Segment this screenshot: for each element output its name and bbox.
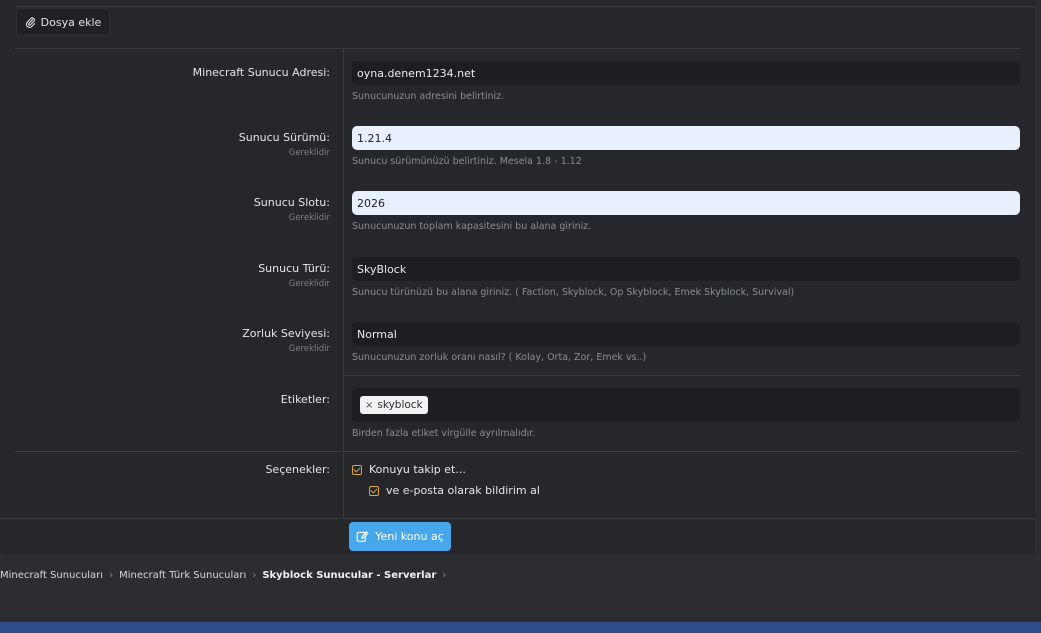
- server-address-hint: Sunucunuzun adresini belirtiniz.: [352, 91, 505, 102]
- attach-file-label: Dosya ekle: [40, 15, 102, 29]
- edit-icon: [356, 531, 369, 542]
- server-slot-label: Sunucu Slotu:: [253, 196, 330, 209]
- tags-input[interactable]: × skyblock: [352, 388, 1020, 422]
- email-notify-checkbox[interactable]: ve e-posta olarak bildirim al: [369, 484, 540, 497]
- options-label: Seçenekler:: [265, 463, 330, 476]
- difficulty-input[interactable]: Normal: [352, 322, 1020, 346]
- server-version-label: Sunucu Sürümü:: [238, 131, 330, 144]
- difficulty-label: Zorluk Seviyesi:: [242, 327, 330, 340]
- remove-tag-icon[interactable]: ×: [365, 400, 373, 411]
- difficulty-hint: Sunucunuzun zorluk oranı nasıl? ( Kolay,…: [352, 352, 647, 363]
- email-notify-label: ve e-posta olarak bildirim al: [386, 484, 540, 497]
- server-slot-hint: Sunucunuzun toplam kapasitesini bu alana…: [352, 221, 592, 232]
- checkbox-checked-icon[interactable]: [352, 464, 362, 475]
- divider: [344, 375, 1020, 376]
- divider: [15, 6, 1035, 7]
- divider: [0, 518, 1035, 519]
- breadcrumb: Minecraft Sunucuları › Minecraft Türk Su…: [0, 570, 446, 581]
- tag-chip[interactable]: × skyblock: [360, 396, 428, 414]
- divider: [15, 48, 1020, 49]
- server-address-label: Minecraft Sunucu Adresi:: [192, 66, 330, 79]
- chevron-right-icon: ›: [252, 570, 257, 581]
- server-type-label: Sunucu Türü:: [258, 262, 330, 275]
- tags-label: Etiketler:: [280, 393, 330, 406]
- attach-file-button[interactable]: Dosya ekle: [16, 8, 110, 36]
- server-type-input[interactable]: SkyBlock: [352, 257, 1020, 281]
- server-version-input[interactable]: 1.21.4: [352, 126, 1020, 150]
- watch-thread-checkbox[interactable]: Konuyu takip et...: [352, 463, 466, 476]
- form-panel: Dosya ekle Minecraft Sunucu Adresi: oyna…: [0, 0, 1035, 554]
- paperclip-icon: [25, 16, 35, 28]
- breadcrumb-item[interactable]: Minecraft Türk Sunucuları: [119, 570, 246, 581]
- watch-thread-label: Konuyu takip et...: [369, 463, 466, 476]
- tags-hint: Birden fazla etiket virgülle ayrılmalıdı…: [352, 428, 536, 439]
- chevron-right-icon: ›: [109, 570, 114, 581]
- server-address-input[interactable]: oyna.denem1234.net: [352, 61, 1020, 85]
- breadcrumb-item[interactable]: Skyblock Sunucular - Serverlar: [262, 570, 436, 581]
- divider: [15, 451, 1020, 452]
- server-version-hint: Sunucu sürümünüzü belirtiniz. Mesela 1.8…: [352, 156, 582, 167]
- required-note: Gereklidir: [288, 213, 330, 223]
- required-note: Gereklidir: [288, 344, 330, 354]
- footer-strip: [0, 622, 1041, 633]
- required-note: Gereklidir: [288, 279, 330, 289]
- tag-chip-label: skyblock: [377, 399, 423, 411]
- server-slot-input[interactable]: 2026: [352, 191, 1020, 215]
- form-column-divider: [343, 48, 344, 518]
- chevron-right-icon: ›: [442, 570, 447, 581]
- server-type-hint: Sunucu türünüzü bu alana giriniz. ( Fact…: [352, 287, 795, 298]
- create-thread-button[interactable]: Yeni konu aç: [349, 522, 451, 551]
- checkbox-checked-icon[interactable]: [369, 485, 379, 496]
- create-thread-label: Yeni konu aç: [375, 530, 444, 543]
- breadcrumb-item[interactable]: Minecraft Sunucuları: [0, 570, 103, 581]
- required-note: Gereklidir: [288, 148, 330, 158]
